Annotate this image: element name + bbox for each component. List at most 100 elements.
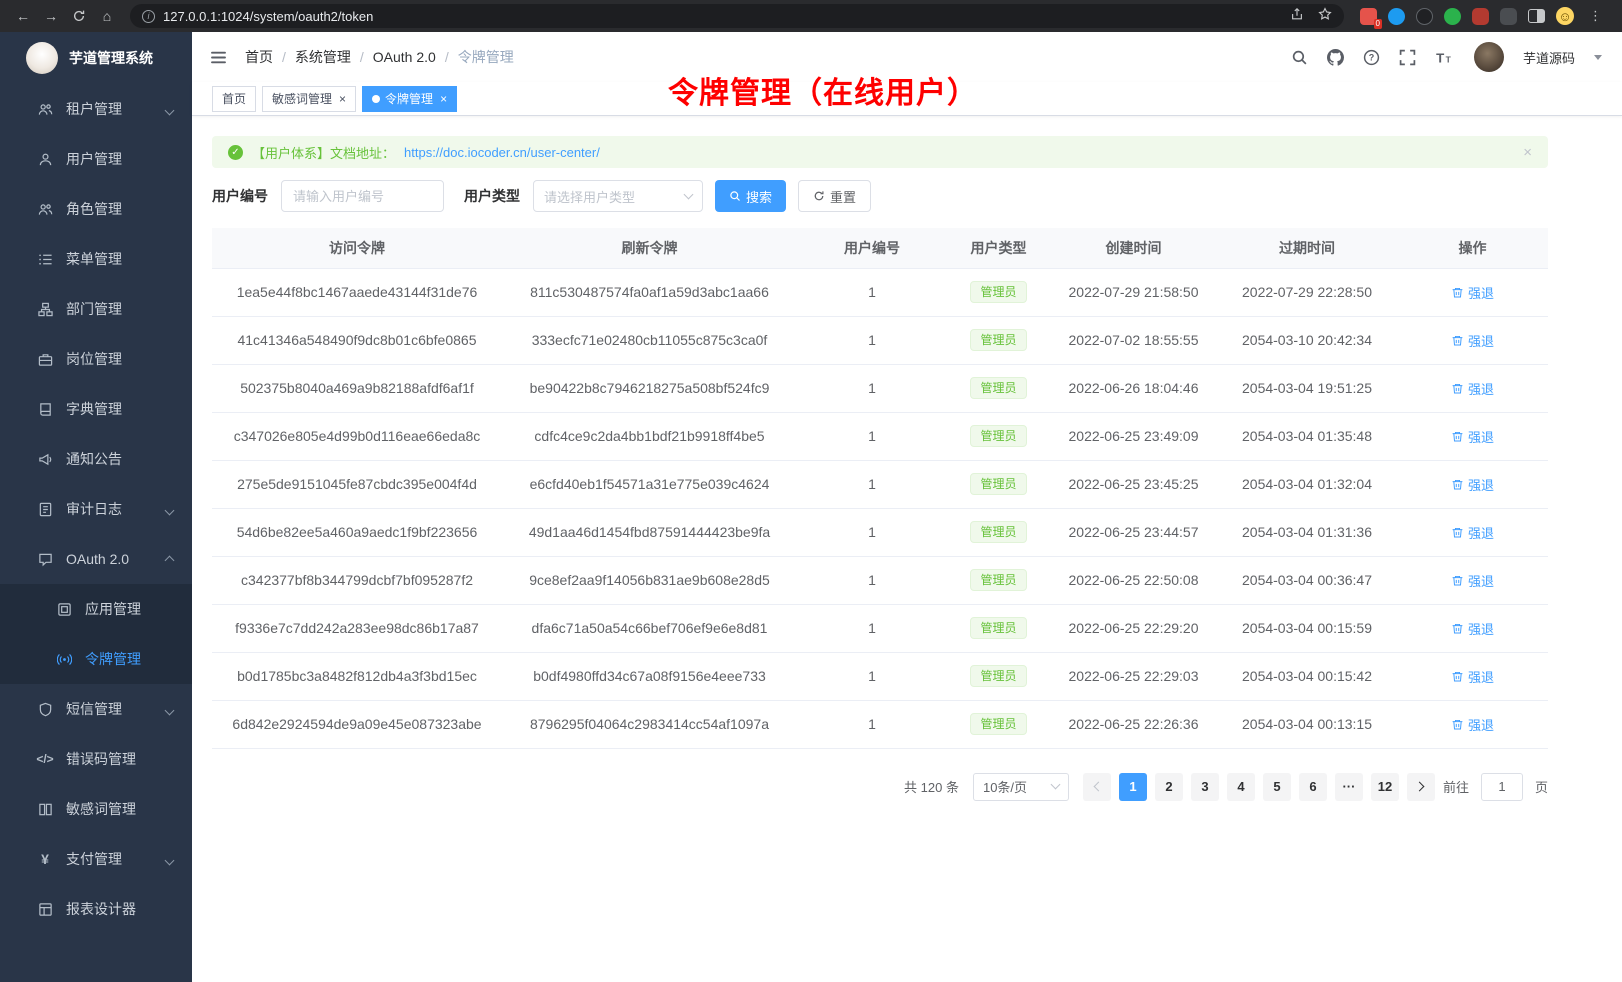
url-text: 127.0.0.1:1024/system/oauth2/token bbox=[163, 9, 1282, 24]
sidebar-item-oauth2-app[interactable]: 应用管理 bbox=[0, 584, 192, 634]
help-icon[interactable]: ? bbox=[1362, 48, 1381, 67]
page-more-button[interactable]: ··· bbox=[1335, 773, 1363, 801]
user-type-tag: 管理员 bbox=[970, 377, 1026, 399]
force-logout-button[interactable]: 强退 bbox=[1451, 715, 1494, 734]
sidebar-collapse-icon[interactable] bbox=[210, 47, 230, 67]
access-token-cell: 502375b8040a469a9b82188afdf6af1f bbox=[212, 364, 502, 412]
force-logout-button[interactable]: 强退 bbox=[1451, 619, 1494, 638]
sidebar-item-oauth2[interactable]: OAuth 2.0 bbox=[0, 534, 192, 584]
page-button-12[interactable]: 12 bbox=[1371, 773, 1399, 801]
user-avatar[interactable] bbox=[1474, 42, 1504, 72]
tab-sensitive-word[interactable]: 敏感词管理 × bbox=[262, 86, 356, 112]
font-size-icon[interactable]: TT bbox=[1434, 48, 1453, 67]
search-icon[interactable] bbox=[1290, 48, 1309, 67]
profile-avatar[interactable]: ☺ bbox=[1556, 7, 1574, 25]
tab-close-icon[interactable]: × bbox=[440, 93, 447, 105]
page-size-select[interactable]: 10条/页 bbox=[973, 773, 1069, 801]
user-type-tag: 管理员 bbox=[970, 713, 1026, 735]
page-button-2[interactable]: 2 bbox=[1155, 773, 1183, 801]
tenant-icon bbox=[37, 102, 53, 117]
extension-green-icon[interactable] bbox=[1444, 8, 1461, 25]
force-logout-button[interactable]: 强退 bbox=[1451, 475, 1494, 494]
fullscreen-icon[interactable] bbox=[1398, 48, 1417, 67]
success-check-icon: ✓ bbox=[228, 145, 243, 160]
breadcrumb-oauth2[interactable]: OAuth 2.0 bbox=[373, 49, 436, 65]
page-button-1[interactable]: 1 bbox=[1119, 773, 1147, 801]
sidebar-item-label: 岗位管理 bbox=[66, 349, 122, 369]
bookmark-star-icon[interactable] bbox=[1318, 7, 1332, 26]
sidebar-item-oauth2-token[interactable]: 令牌管理 bbox=[0, 634, 192, 684]
code-icon: </> bbox=[37, 752, 53, 766]
back-icon[interactable]: ← bbox=[10, 4, 36, 28]
reload-icon[interactable] bbox=[66, 4, 92, 28]
page-button-4[interactable]: 4 bbox=[1227, 773, 1255, 801]
breadcrumb-home[interactable]: 首页 bbox=[245, 47, 273, 67]
share-icon[interactable] bbox=[1290, 7, 1304, 26]
expire-time-cell: 2054-03-04 01:32:04 bbox=[1217, 460, 1397, 508]
table-body: 1ea5e44f8bc1467aaede43144f31de76 811c530… bbox=[212, 268, 1548, 748]
sidebar-item-post[interactable]: 岗位管理 bbox=[0, 334, 192, 384]
sidebar-item-tenant[interactable]: 租户管理 bbox=[0, 84, 192, 134]
site-info-icon[interactable]: i bbox=[142, 10, 155, 23]
tab-close-icon[interactable]: × bbox=[339, 93, 346, 105]
logo-area[interactable]: 芋道管理系统 bbox=[0, 32, 192, 84]
extension-blue-icon[interactable] bbox=[1388, 8, 1405, 25]
reset-button[interactable]: 重置 bbox=[798, 180, 871, 212]
sidebar-item-label: 敏感词管理 bbox=[66, 799, 136, 819]
extension-dark-icon[interactable] bbox=[1500, 8, 1517, 25]
forward-icon[interactable]: → bbox=[38, 4, 64, 28]
sidebar-split-icon[interactable] bbox=[1528, 9, 1545, 23]
force-logout-button[interactable]: 强退 bbox=[1451, 427, 1494, 446]
extension-maroon-icon[interactable] bbox=[1472, 8, 1489, 25]
sidebar-item-audit-log[interactable]: 审计日志 bbox=[0, 484, 192, 534]
force-logout-button[interactable]: 强退 bbox=[1451, 331, 1494, 350]
tab-home[interactable]: 首页 bbox=[212, 86, 256, 112]
sidebar-item-menu[interactable]: 菜单管理 bbox=[0, 234, 192, 284]
extension-black-icon[interactable] bbox=[1416, 8, 1433, 25]
sidebar-item-role[interactable]: 角色管理 bbox=[0, 184, 192, 234]
sidebar-item-dict[interactable]: 字典管理 bbox=[0, 384, 192, 434]
goto-label: 前往 bbox=[1443, 777, 1469, 796]
search-button[interactable]: 搜索 bbox=[715, 180, 786, 212]
page-button-5[interactable]: 5 bbox=[1263, 773, 1291, 801]
alert-close-icon[interactable]: × bbox=[1523, 144, 1532, 161]
caret-down-icon[interactable] bbox=[1594, 55, 1602, 60]
sidebar-item-error-code[interactable]: </> 错误码管理 bbox=[0, 734, 192, 784]
page-button-6[interactable]: 6 bbox=[1299, 773, 1327, 801]
next-page-button[interactable] bbox=[1407, 773, 1435, 801]
table-row: 275e5de9151045fe87cbdc395e004f4d e6cfd40… bbox=[212, 460, 1548, 508]
created-time-cell: 2022-06-25 23:44:57 bbox=[1050, 508, 1217, 556]
force-logout-button[interactable]: 强退 bbox=[1451, 379, 1494, 398]
user-type-cell: 管理员 bbox=[947, 508, 1050, 556]
user-type-select[interactable]: 请选择用户类型 bbox=[533, 180, 703, 212]
page-button-3[interactable]: 3 bbox=[1191, 773, 1219, 801]
created-time-cell: 2022-07-29 21:58:50 bbox=[1050, 268, 1217, 316]
force-logout-button[interactable]: 强退 bbox=[1451, 523, 1494, 542]
force-logout-button[interactable]: 强退 bbox=[1451, 571, 1494, 590]
home-icon[interactable]: ⌂ bbox=[94, 4, 120, 28]
extension-red-icon[interactable]: 0 bbox=[1360, 8, 1377, 25]
tab-token[interactable]: 令牌管理 × bbox=[362, 86, 457, 112]
sidebar-item-user[interactable]: 用户管理 bbox=[0, 134, 192, 184]
sidebar-item-sms[interactable]: 短信管理 bbox=[0, 684, 192, 734]
menu-kebab-icon[interactable]: ⋮ bbox=[1585, 8, 1606, 24]
sidebar-item-sensitive-word[interactable]: 敏感词管理 bbox=[0, 784, 192, 834]
goto-page-input[interactable] bbox=[1481, 773, 1523, 801]
sidebar-item-payment[interactable]: ¥ 支付管理 bbox=[0, 834, 192, 884]
force-logout-label: 强退 bbox=[1468, 619, 1494, 638]
page-size-value: 10条/页 bbox=[983, 777, 1027, 796]
force-logout-button[interactable]: 强退 bbox=[1451, 283, 1494, 302]
sidebar-item-report-designer[interactable]: 报表设计器 bbox=[0, 884, 192, 934]
github-icon[interactable] bbox=[1326, 48, 1345, 67]
prev-page-button[interactable] bbox=[1083, 773, 1111, 801]
user-id-input[interactable] bbox=[281, 180, 444, 212]
breadcrumb-system[interactable]: 系统管理 bbox=[295, 47, 351, 67]
user-id-cell: 1 bbox=[797, 700, 947, 748]
sidebar-item-notice[interactable]: 通知公告 bbox=[0, 434, 192, 484]
force-logout-button[interactable]: 强退 bbox=[1451, 667, 1494, 686]
url-bar[interactable]: i 127.0.0.1:1024/system/oauth2/token bbox=[130, 4, 1344, 28]
doc-link[interactable]: https://doc.iocoder.cn/user-center/ bbox=[404, 145, 600, 160]
created-time-cell: 2022-06-25 23:49:09 bbox=[1050, 412, 1217, 460]
sidebar-item-dept[interactable]: 部门管理 bbox=[0, 284, 192, 334]
refresh-token-cell: 49d1aa46d1454fbd87591444423be9fa bbox=[502, 508, 797, 556]
